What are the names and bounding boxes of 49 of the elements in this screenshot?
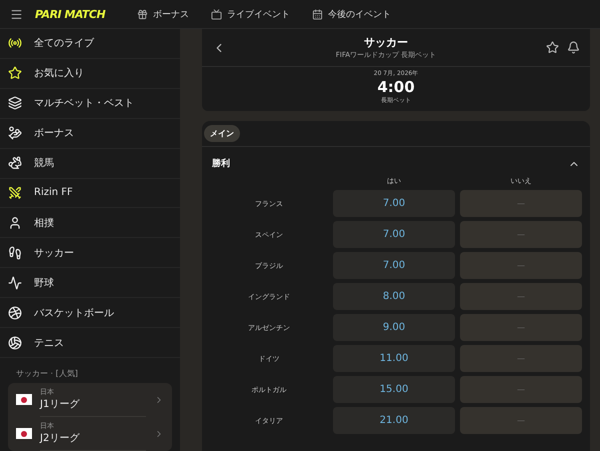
event-title: サッカー	[364, 35, 408, 50]
calendar-icon	[312, 8, 323, 20]
sidebar-item[interactable]: 相撲	[0, 208, 180, 238]
bell-icon[interactable]	[567, 41, 580, 54]
sidebar-item[interactable]: バスケットボール	[0, 298, 180, 328]
pulse-icon	[8, 276, 22, 290]
menu-icon[interactable]	[10, 8, 23, 20]
sidebar-item[interactable]: マルチベット・ベスト	[0, 88, 180, 119]
league-name[interactable]: J1リーグ	[40, 397, 146, 412]
event-time: 4:00	[377, 78, 415, 96]
odds-button[interactable]: 8.00	[333, 283, 455, 310]
nav-link[interactable]: ライブイベント	[211, 8, 290, 20]
odds-button[interactable]: 11.00	[333, 345, 455, 372]
odds-button[interactable]: 7.00	[333, 190, 455, 217]
odds-button[interactable]: 9.00	[333, 314, 455, 341]
ball-icon	[8, 336, 22, 350]
odds-button[interactable]: 7.00	[333, 252, 455, 279]
hand-coins-icon	[8, 126, 22, 140]
swords-icon	[8, 186, 22, 200]
gift-icon	[137, 8, 148, 20]
basketball-icon	[8, 306, 22, 320]
sidebar-item[interactable]: 競馬	[0, 148, 180, 179]
odds-button[interactable]: 15.00	[333, 376, 455, 403]
sidebar-item[interactable]: 全てのライブ	[0, 29, 180, 59]
logo[interactable]: PARI MATCH	[35, 10, 125, 18]
odds-button[interactable]: 7.00	[333, 221, 455, 248]
sidebar-item[interactable]: Rizin FF	[0, 178, 180, 208]
sidebar-item[interactable]: テニス	[0, 328, 180, 358]
sidebar-item[interactable]: ボーナス	[0, 118, 180, 149]
tv-icon	[211, 8, 222, 20]
sidebar-item[interactable]: お気に入り	[0, 58, 180, 89]
flag-icon	[16, 428, 32, 440]
nav-link[interactable]: ボーナス	[137, 8, 189, 20]
market-tab[interactable]: メイン	[204, 125, 240, 142]
nav-link[interactable]: 今後のイベント	[312, 8, 391, 20]
sidebar-item[interactable]: 野球	[0, 268, 180, 298]
broadcast-icon	[8, 36, 22, 50]
star-icon	[8, 66, 22, 80]
market-title: 勝利	[212, 157, 230, 170]
star-icon[interactable]	[546, 41, 559, 54]
flag-icon	[16, 394, 32, 406]
league-name[interactable]: J2リーグ	[40, 431, 146, 446]
section-title: サッカー · [人気]	[15, 368, 79, 380]
sidebar-item[interactable]: サッカー	[0, 238, 180, 268]
layers-icon	[8, 96, 22, 110]
rabbit-icon	[8, 156, 22, 170]
footprints-icon	[8, 246, 22, 260]
person-icon	[8, 216, 22, 230]
odds-button[interactable]: 21.00	[333, 407, 455, 434]
